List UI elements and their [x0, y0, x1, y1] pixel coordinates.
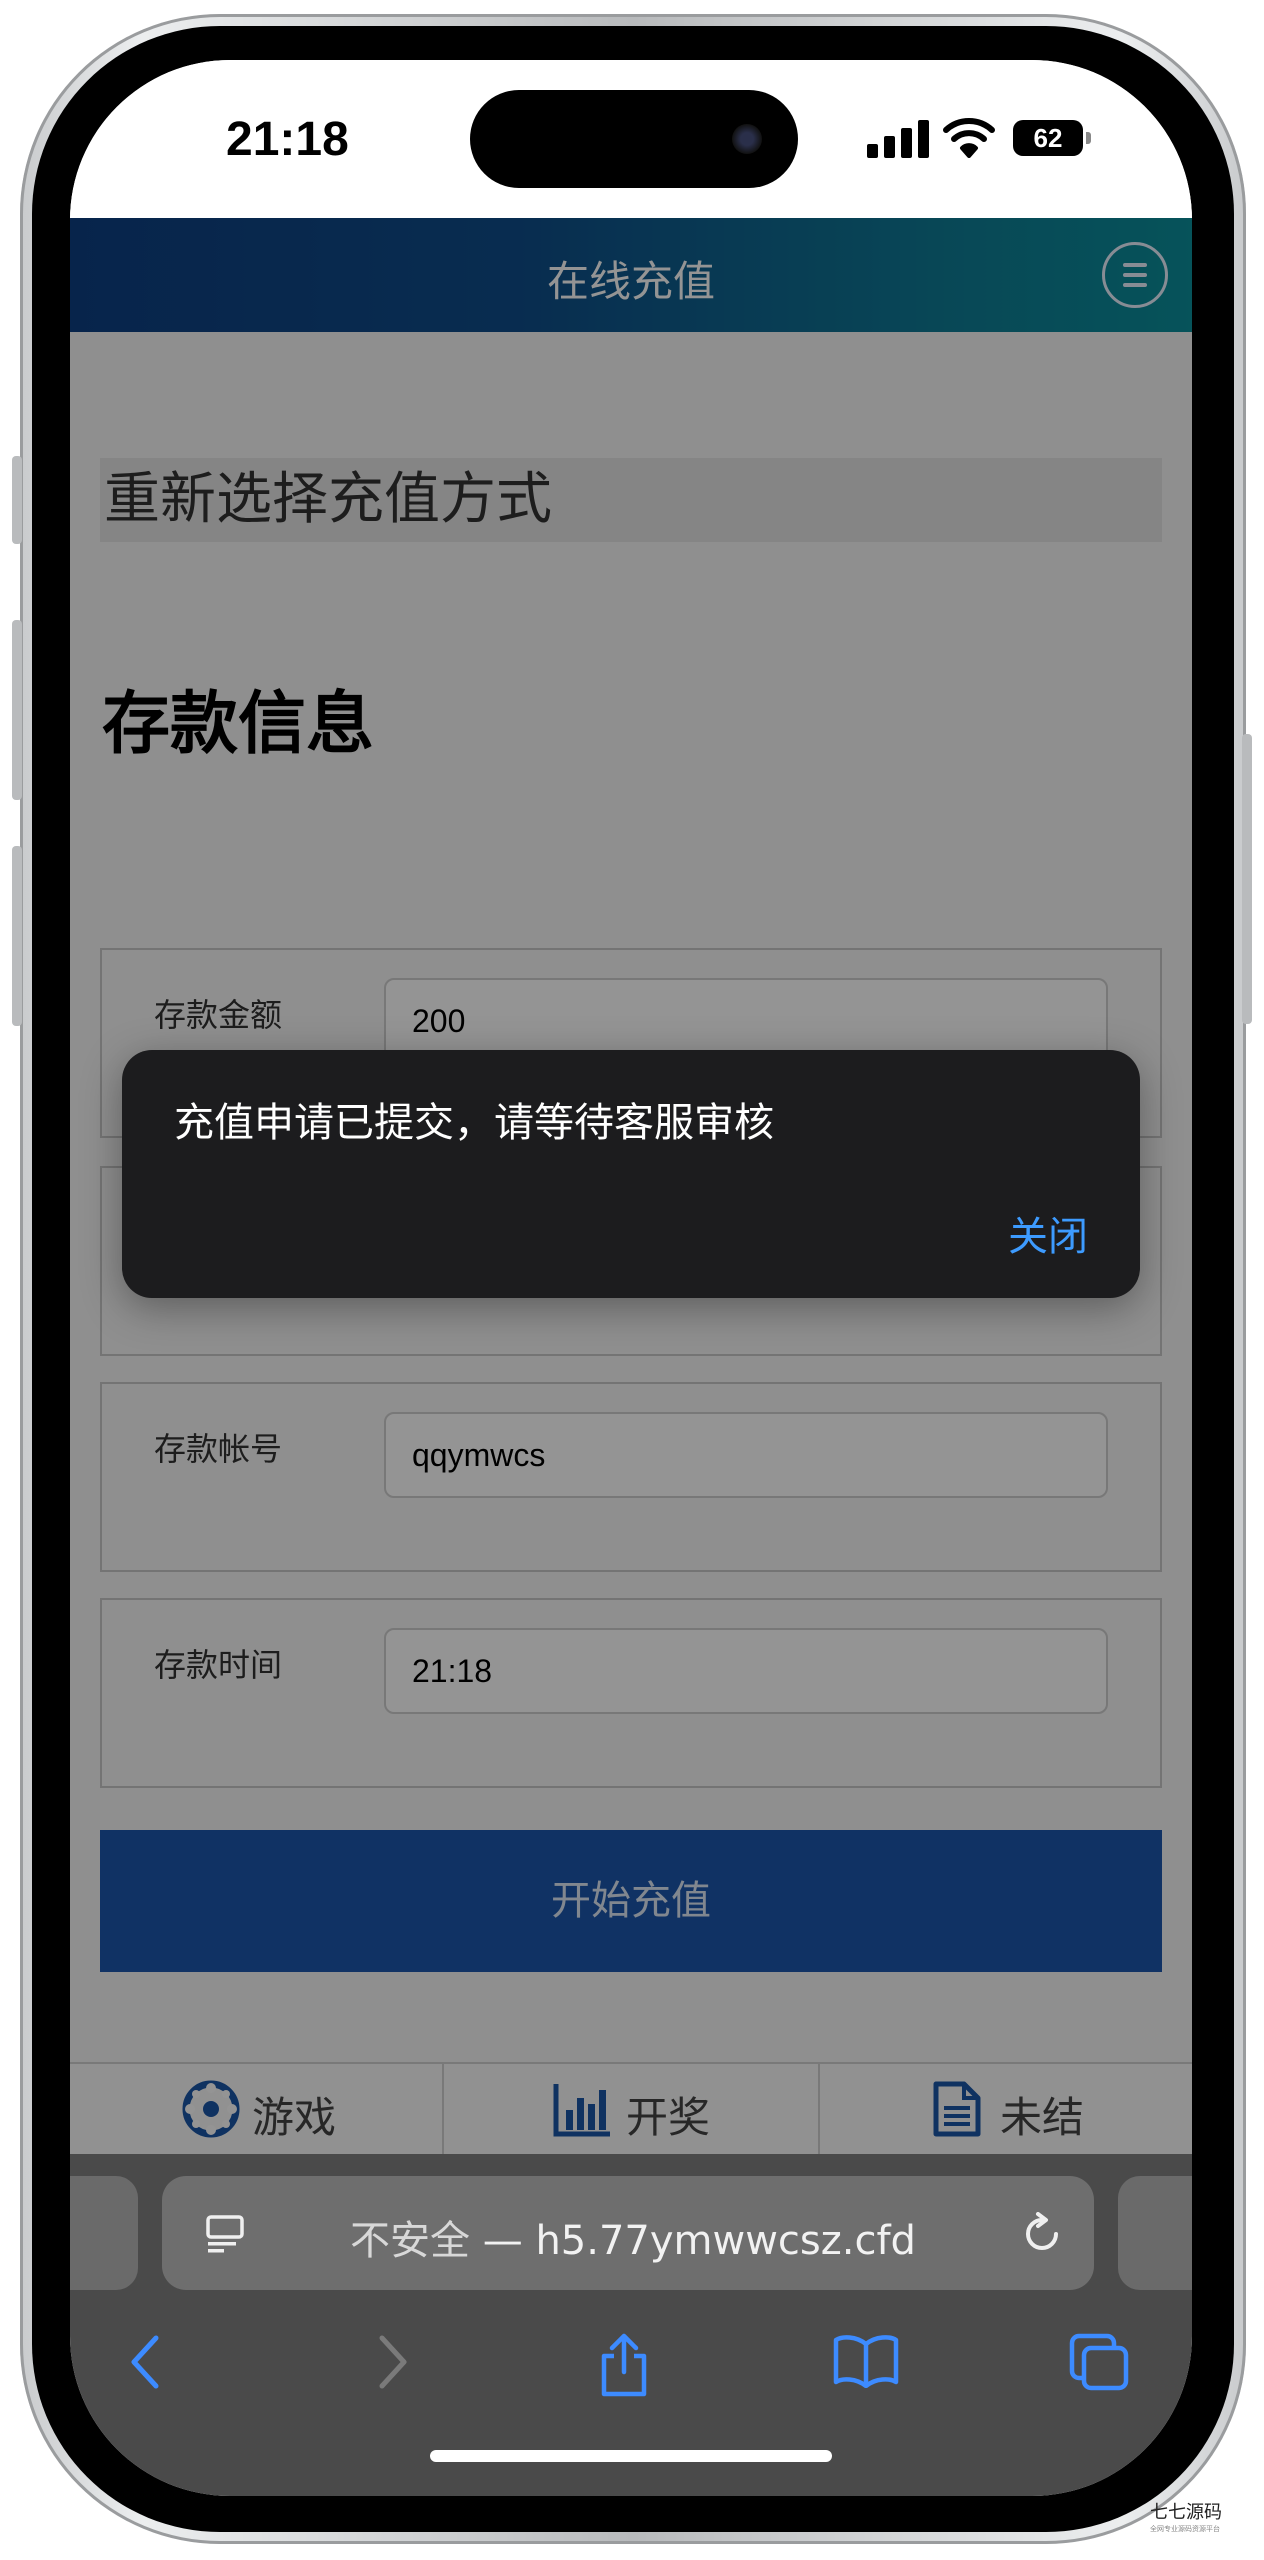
reload-icon[interactable] [1020, 2212, 1064, 2256]
address-bar[interactable]: 不安全 — h5.77ymwwcsz.cfd [162, 2176, 1094, 2290]
forward-icon[interactable] [372, 2332, 412, 2392]
action-button [12, 456, 22, 544]
insecure-label: 不安全 [350, 2218, 470, 2264]
camera-icon [732, 124, 762, 154]
safari-bottom-bar: 不安全 — h5.77ymwwcsz.cfd [70, 2154, 1192, 2496]
next-tab-preview[interactable] [1118, 2176, 1192, 2290]
watermark-logo: 七七源码 全网专业源码资源平台 [1150, 2498, 1222, 2534]
url-text: 不安全 — h5.77ymwwcsz.cfd [350, 2208, 916, 2266]
url-domain: h5.77ymwwcsz.cfd [535, 2218, 916, 2264]
submission-dialog: 充值申请已提交，请等待客服审核 关闭 [122, 1050, 1140, 1298]
back-icon[interactable] [126, 2332, 166, 2392]
phone-screen: 21:18 62 在线充值 重新选择充值方式 存款信息 存款金额 200 存款帐… [70, 60, 1192, 2496]
status-bar: 21:18 62 [70, 60, 1192, 218]
tabs-icon[interactable] [1068, 2332, 1130, 2392]
home-indicator[interactable] [430, 2450, 832, 2462]
volume-up-button [12, 620, 22, 800]
dialog-close-button[interactable]: 关闭 [1008, 1204, 1088, 1262]
dynamic-island [470, 90, 798, 188]
watermark-tagline: 全网专业源码资源平台 [1150, 2525, 1220, 2533]
page-menu-icon[interactable] [204, 2214, 246, 2254]
previous-tab-preview[interactable] [70, 2176, 138, 2290]
power-button [1242, 734, 1252, 1024]
share-icon[interactable] [596, 2332, 652, 2398]
dialog-message: 充值申请已提交，请等待客服审核 [174, 1100, 774, 1146]
bookmarks-icon[interactable] [832, 2332, 900, 2388]
url-separator: — [470, 2218, 536, 2264]
wifi-icon [943, 118, 995, 158]
watermark-brand: 七七源码 [1150, 2502, 1222, 2523]
battery-icon: 62 [1013, 120, 1091, 156]
volume-down-button [12, 846, 22, 1026]
signal-icon [867, 118, 929, 158]
status-time: 21:18 [226, 113, 349, 166]
